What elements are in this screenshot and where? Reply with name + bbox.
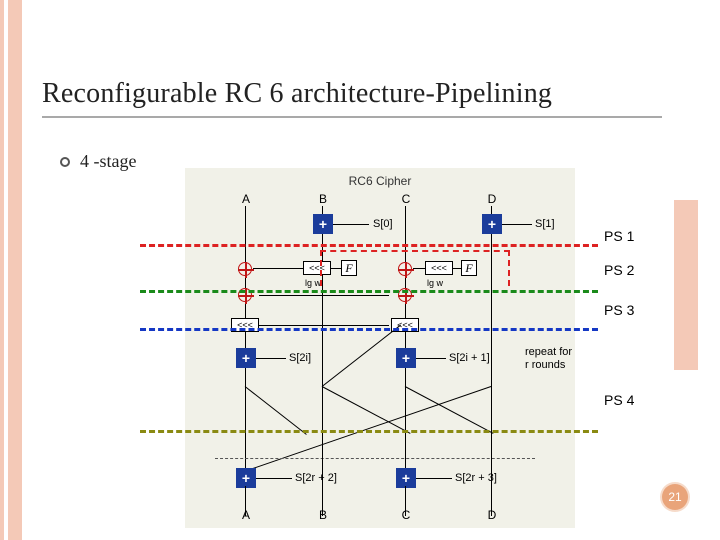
wire <box>491 206 492 486</box>
stage-divider-ps1 <box>140 244 598 247</box>
skey-s1: S[1] <box>535 218 555 230</box>
wire <box>416 358 446 359</box>
bot-label-d: D <box>485 508 499 522</box>
ps2-label: PS 2 <box>604 262 634 278</box>
page-title: Reconfigurable RC 6 architecture-Pipelin… <box>42 78 552 110</box>
wire <box>416 478 452 479</box>
plus-icon: + <box>488 216 496 232</box>
col-label-d: D <box>485 192 499 206</box>
stripe <box>0 0 4 540</box>
col-label-a: A <box>239 192 253 206</box>
xor-icon <box>238 262 252 276</box>
skey-s2r2: S[2r + 2] <box>295 472 337 484</box>
plus-icon: + <box>242 350 250 366</box>
wire <box>322 458 323 516</box>
round-boundary <box>215 458 535 459</box>
ps4-label: PS 4 <box>604 392 634 408</box>
skey-s0: S[0] <box>373 218 393 230</box>
add-box: + <box>396 348 416 368</box>
bot-label-c: C <box>399 508 413 522</box>
wire <box>245 486 246 516</box>
lgw-label: lg w <box>305 278 321 288</box>
plus-icon: + <box>319 216 327 232</box>
wire <box>245 206 246 486</box>
bullet-text: 4 -stage <box>80 151 136 172</box>
plus-icon: + <box>402 470 410 486</box>
wire <box>322 386 411 434</box>
ps1-label: PS 1 <box>604 228 634 244</box>
wire <box>405 486 406 516</box>
stripe <box>8 0 22 540</box>
wire <box>253 268 303 269</box>
skey-s2i1: S[2i + 1] <box>449 352 490 364</box>
wire <box>333 224 369 225</box>
col-label-c: C <box>399 192 413 206</box>
title-underline <box>42 116 662 118</box>
diagram-title: RC6 Cipher <box>185 174 575 188</box>
right-band <box>674 200 698 370</box>
wire <box>245 386 307 435</box>
bullet-icon <box>60 157 70 167</box>
stage-divider-ps2 <box>140 290 598 293</box>
wire <box>502 224 532 225</box>
page-number-badge: 21 <box>662 484 688 510</box>
stage-highlight <box>320 250 510 286</box>
wire <box>259 325 389 326</box>
wire <box>322 325 401 387</box>
add-box: + <box>482 214 502 234</box>
bot-label-a: A <box>239 508 253 522</box>
add-box: + <box>236 348 256 368</box>
wire <box>491 458 492 516</box>
left-stripe-group <box>0 0 26 540</box>
wire <box>256 478 292 479</box>
stage-divider-ps3 <box>140 328 598 331</box>
skey-s2i: S[2i] <box>289 352 311 364</box>
add-box: + <box>313 214 333 234</box>
wire <box>256 358 286 359</box>
ps3-label: PS 3 <box>604 302 634 318</box>
cipher-diagram: RC6 Cipher A B C D + + S[0] S[1] F <<< l… <box>185 168 575 528</box>
repeat-text: repeat for r rounds <box>525 346 573 372</box>
col-label-b: B <box>316 192 330 206</box>
plus-icon: + <box>242 470 250 486</box>
wire <box>259 295 389 296</box>
add-box: + <box>396 468 416 488</box>
bot-label-b: B <box>316 508 330 522</box>
bullet-item: 4 -stage <box>60 151 136 172</box>
wire <box>405 206 406 486</box>
add-box: + <box>236 468 256 488</box>
stage-divider-ps4 <box>140 430 598 433</box>
plus-icon: + <box>402 350 410 366</box>
